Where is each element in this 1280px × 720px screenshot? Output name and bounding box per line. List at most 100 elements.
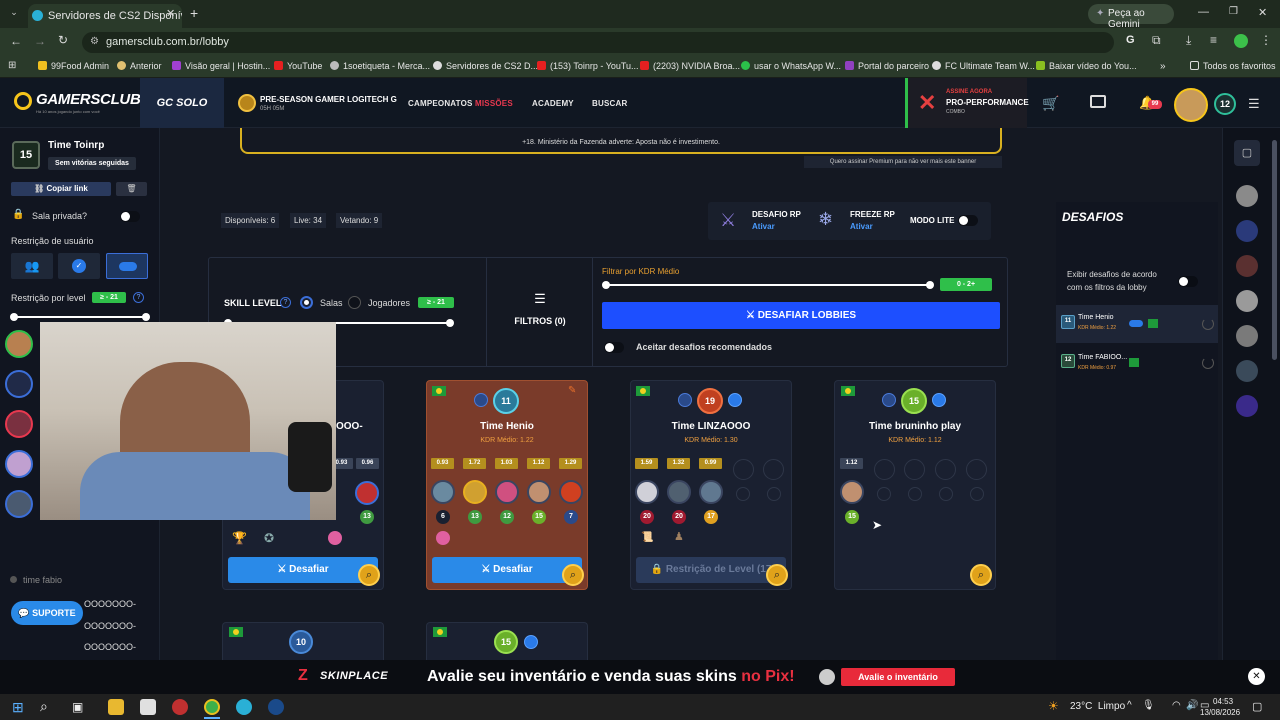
desafio-rp-option[interactable]: ⚔ DESAFIO RP Ativar [720,207,810,235]
support-button[interactable]: 💬 SUPORTE [11,601,83,625]
trash-button[interactable]: 🗑 [116,182,147,196]
bookmark-item[interactable]: FC Ultimate Team W... [932,61,1035,71]
tab-close-icon[interactable]: ✕ [166,7,175,20]
friend-avatar[interactable] [1236,220,1258,242]
member-avatar[interactable] [5,490,33,518]
preseason-banner[interactable]: PRE-SEASON GAMER LOGITECH G 05H 05M [236,92,397,116]
chat-icon[interactable] [1090,95,1106,108]
banner-close-icon[interactable]: ✕ [1248,668,1265,685]
download-icon[interactable]: ⤓ [1186,33,1191,48]
hamburger-icon[interactable]: ☰ [1248,96,1260,112]
user-avatar[interactable] [1174,88,1208,122]
nav-academy[interactable]: ACADEMY [532,99,574,108]
modo-lite-toggle[interactable] [958,215,978,226]
challenge-item[interactable]: 12 Time FABIOO... KDR Médio: 0.97 [1056,345,1218,381]
steam-icon[interactable] [268,699,284,715]
help-icon[interactable]: ? [133,292,144,303]
player-avatar[interactable] [840,480,864,504]
back-icon[interactable]: ← [10,34,22,48]
banner-cta-button[interactable]: Avalie o inventário [841,668,955,686]
skill-slider-handle-max[interactable] [446,319,454,327]
accept-recommended-toggle[interactable] [604,342,624,353]
friend-avatar[interactable] [1236,290,1258,312]
challenge-lobbies-button[interactable]: ⚔ DESAFIAR LOBBIES [602,302,1000,329]
chat-input[interactable]: time fabio [8,575,156,589]
volume-icon[interactable]: 🔊 [1186,700,1198,711]
player-avatar[interactable] [667,480,691,504]
browser-menu-icon[interactable]: ⋮ [1260,33,1272,47]
player-avatar[interactable] [527,480,551,504]
rail-chat-button[interactable]: ▢ [1234,140,1260,166]
file-explorer-icon[interactable] [108,699,124,715]
nav-buscar[interactable]: BUSCAR [592,99,627,108]
friend-avatar[interactable] [1236,325,1258,347]
friend-avatar[interactable] [1236,395,1258,417]
edit-icon[interactable]: ✎ [568,385,576,396]
skill-help-icon[interactable]: ? [280,297,291,308]
bookmark-item[interactable]: Visão geral | Hostin... [172,61,270,71]
pdf-app-icon[interactable] [140,699,156,715]
player-avatar[interactable] [699,480,723,504]
google-icon[interactable]: G [1126,34,1135,46]
bookmark-item[interactable]: usar o WhatsApp W... [741,61,841,71]
rooms-radio[interactable] [300,296,313,309]
level-slider-handle-min[interactable] [10,313,18,321]
restriction-premium-button[interactable] [106,253,148,279]
freeze-rp-activate[interactable]: Ativar [850,222,873,231]
freeze-rp-option[interactable]: ❄ FREEZE RP Ativar [818,207,898,235]
bookmark-item[interactable]: (153) Toinrp - YouTu... [537,61,639,71]
tray-chevron-icon[interactable]: ^ [1127,700,1132,711]
restriction-all-button[interactable]: 👥 [11,253,53,279]
mic-icon[interactable]: 🎙 [1142,700,1155,711]
scrollbar-thumb[interactable] [1272,140,1277,360]
players-radio[interactable] [348,296,361,309]
level-slider[interactable] [10,313,150,321]
gc-solo-button[interactable]: GC SOLO [140,78,224,128]
kdr-slider[interactable] [602,281,934,289]
windows-start-icon[interactable]: ⊞ [12,699,24,716]
player-avatar[interactable] [463,480,487,504]
minimize-icon[interactable]: — [1198,6,1209,18]
player-avatar[interactable] [559,480,583,504]
search-lobby-icon[interactable]: ⌕ [766,564,788,586]
close-window-icon[interactable]: ✕ [1258,6,1267,19]
bookmark-item[interactable]: 99Food Admin [38,61,109,71]
desafio-rp-activate[interactable]: Ativar [752,222,775,231]
chrome-icon[interactable] [204,699,220,715]
gamersclub-logo[interactable]: GAMERSCLUB Há 10 anos jogando junto com … [14,91,141,117]
profile-icon[interactable] [1234,34,1248,48]
wifi-icon[interactable]: ◠ [1172,700,1181,711]
bookmark-item[interactable]: (2203) NVIDIA Broa... [640,61,740,71]
bookmark-item[interactable]: 1soetiqueta - Merca... [330,61,430,71]
promo-banner[interactable]: ✕ ASSINE AGORA PRO-PERFORMANCE COMBO [905,78,1029,128]
copy-link-button[interactable]: ⛓ Copiar link [11,182,111,196]
clock-date[interactable]: 13/08/2026 [1200,708,1240,717]
challenge-item[interactable]: 11 Time Henio KDR Médio: 1.22 [1056,305,1218,343]
taskbar-search-icon[interactable]: ⌕ [40,698,48,715]
player-avatar[interactable] [431,480,455,504]
player-avatar[interactable] [635,480,659,504]
skinplace-banner[interactable]: Z SKINPLACE Avalie seu inventário e vend… [0,660,1280,694]
challenges-filter-toggle[interactable] [1178,276,1198,287]
gamersclub-app-icon[interactable] [236,699,252,715]
new-tab-icon[interactable]: + [190,5,198,21]
media-icon[interactable]: ≡ [1210,33,1217,47]
extensions-icon[interactable]: ⧉ [1152,33,1161,48]
bookmark-item[interactable]: YouTube [274,61,322,71]
friend-avatar[interactable] [1236,185,1258,207]
weather-text[interactable]: 23°C Limpo [1070,701,1125,712]
forward-icon[interactable]: → [34,34,46,48]
reload-icon[interactable]: ↻ [58,33,68,47]
bookmark-item[interactable]: Portal do parceiro [845,61,929,71]
all-favorites[interactable]: Todos os favoritos [1190,61,1276,71]
app-icon[interactable] [172,699,188,715]
member-avatar[interactable] [5,450,33,478]
tab-list-button[interactable]: ⌄ [7,7,21,21]
premium-notice-link[interactable]: Quero assinar Premium para não ver mais … [804,156,1002,168]
gemini-button[interactable]: ✦ Peça ao Gemini [1088,4,1174,30]
player-avatar[interactable] [355,481,379,505]
member-avatar[interactable] [5,370,33,398]
partial-challenge-button[interactable]: ⚔ Desafiar [228,557,378,583]
kdr-slider-handle-max[interactable] [926,281,934,289]
level-restriction-button[interactable]: 🔒 Restrição de Level (17 [636,557,786,583]
